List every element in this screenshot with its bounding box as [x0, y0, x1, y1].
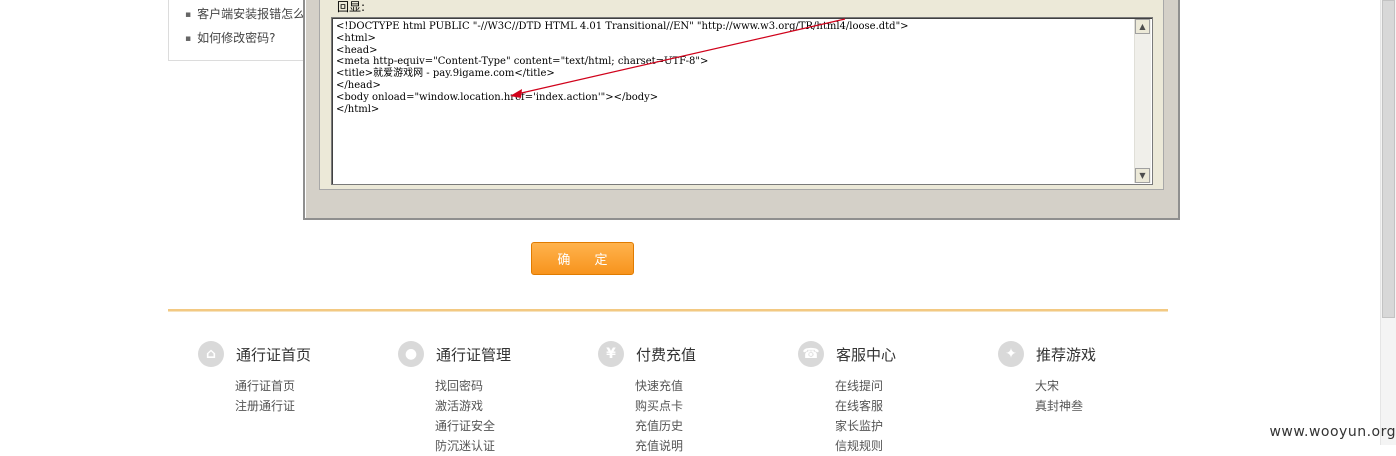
footer-link[interactable]: 真封神叁 — [1035, 396, 1188, 416]
footer-link[interactable]: 通行证首页 — [235, 376, 388, 396]
response-line: <html> — [336, 32, 376, 44]
game-icon: ✦ — [998, 341, 1024, 367]
home-icon: ⌂ — [198, 341, 224, 367]
confirm-button[interactable]: 确 定 — [531, 242, 634, 275]
yen-icon: ¥ — [598, 341, 624, 367]
help-link-change-password[interactable]: 如何修改密码? — [185, 29, 275, 46]
response-dialog: 回显: <!DOCTYPE html PUBLIC "-//W3C//DTD H… — [303, 0, 1180, 220]
page-scrollbar-thumb[interactable] — [1382, 0, 1395, 318]
response-line: <title>就爱游戏网 - pay.9igame.com</title> — [336, 68, 555, 80]
textarea-scrollbar[interactable]: ▲ ▼ — [1134, 19, 1151, 183]
watermark: www.wooyun.org — [1269, 424, 1396, 440]
scroll-up-icon[interactable]: ▲ — [1135, 19, 1150, 34]
footer-column-title: 客服中心 — [836, 345, 897, 364]
footer-link[interactable]: 家长监护 — [835, 416, 988, 436]
footer-divider — [168, 309, 1168, 312]
footer-link[interactable]: 购买点卡 — [635, 396, 788, 416]
footer-link[interactable]: 注册通行证 — [235, 396, 388, 416]
page-scrollbar[interactable] — [1380, 0, 1396, 445]
response-line: <!DOCTYPE html PUBLIC "-//W3C//DTD HTML … — [336, 21, 909, 32]
footer-column-title: 推荐游戏 — [1036, 345, 1097, 364]
footer-column-games: ✦ 推荐游戏 大宋 真封神叁 — [998, 340, 1188, 416]
footer-column-title: 付费充值 — [636, 345, 697, 364]
response-line: </html> — [336, 103, 380, 115]
response-line: <head> — [336, 44, 378, 56]
footer-column-account: ● 通行证管理 找回密码 激活游戏 通行证安全 防沉迷认证 — [398, 340, 588, 456]
footer-column-support: ☎ 客服中心 在线提问 在线客服 家长监护 信规规则 — [798, 340, 988, 456]
footer-link[interactable]: 快速充值 — [635, 376, 788, 396]
footer-link[interactable]: 在线客服 — [835, 396, 988, 416]
response-line: <body onload="window.location.href='inde… — [336, 91, 659, 103]
footer-column-title: 通行证首页 — [236, 345, 312, 364]
footer-column-home: ⌂ 通行证首页 通行证首页 注册通行证 — [198, 340, 388, 416]
footer-column-title: 通行证管理 — [436, 345, 512, 364]
response-textarea[interactable]: <!DOCTYPE html PUBLIC "-//W3C//DTD HTML … — [331, 17, 1153, 185]
response-line: </head> — [336, 79, 381, 91]
footer-link[interactable]: 防沉迷认证 — [435, 436, 588, 456]
phone-icon: ☎ — [798, 341, 824, 367]
footer-link[interactable]: 通行证安全 — [435, 416, 588, 436]
footer-link[interactable]: 大宋 — [1035, 376, 1188, 396]
user-icon: ● — [398, 341, 424, 367]
response-text: <!DOCTYPE html PUBLIC "-//W3C//DTD HTML … — [336, 21, 1132, 115]
scroll-down-icon[interactable]: ▼ — [1135, 168, 1150, 183]
footer-link[interactable]: 找回密码 — [435, 376, 588, 396]
footer-link[interactable]: 充值历史 — [635, 416, 788, 436]
footer-column-payment: ¥ 付费充值 快速充值 购买点卡 充值历史 充值说明 — [598, 340, 788, 456]
response-label: 回显: — [337, 0, 366, 14]
footer-link[interactable]: 激活游戏 — [435, 396, 588, 416]
help-list: 客户端安装报错怎么办 如何修改密码? — [168, 0, 309, 61]
footer-link[interactable]: 充值说明 — [635, 436, 788, 456]
help-link-install-error[interactable]: 客户端安装报错怎么办 — [185, 5, 309, 22]
response-line: <meta http-equiv="Content-Type" content=… — [336, 56, 709, 68]
footer-link[interactable]: 信规规则 — [835, 436, 988, 456]
footer-link[interactable]: 在线提问 — [835, 376, 988, 396]
